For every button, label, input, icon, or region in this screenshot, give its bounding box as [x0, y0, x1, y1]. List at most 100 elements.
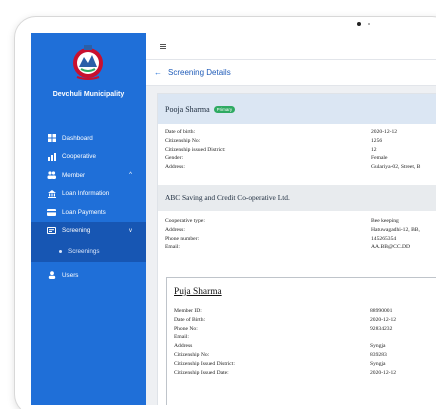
field-value: AA.BB@CC.DD [371, 244, 411, 251]
sidebar: Devchuli Municipality Dashboard Cooperat… [31, 33, 146, 405]
sidebar-item-label: Loan Information [62, 190, 110, 198]
sidebar-item-label: Loan Payments [62, 208, 106, 216]
sidebar-nav: Dashboard Cooperative Member ^ Loan Info… [31, 129, 146, 285]
member-fields: Member ID: 88990001 Date of Birth: 2020-12… [167, 308, 436, 378]
member-card: Puja Sharma Member ID: 88990001 Date of B… [166, 277, 436, 405]
field-row: Email: [167, 334, 436, 343]
sidebar-item-dashboard[interactable]: Dashboard [31, 129, 146, 148]
screening-details-card: Pooja Sharma Primary Date of birth: 2020-… [157, 93, 436, 405]
field-row: Address: Hatuwagadhi-12, BB, [158, 227, 436, 236]
bullet-icon [59, 249, 62, 253]
field-label: Phone No: [174, 325, 198, 332]
screen-icon [47, 226, 56, 235]
field-label: Email: [174, 334, 189, 341]
dashboard-icon [47, 134, 56, 143]
chart-icon [47, 152, 56, 161]
cooperative-fields: Cooperative type: Bee keeping Address: Hat… [158, 218, 436, 253]
app-screen: Devchuli Municipality Dashboard Cooperat… [31, 33, 436, 405]
field-label: Cooperative type: [165, 217, 205, 224]
sidebar-item-label: Users [62, 271, 79, 279]
field-row: Citizenship Issued Date: 2020-12-12 [167, 370, 436, 379]
field-label: Member ID: [174, 308, 202, 314]
page-header: ← Screening Details [146, 60, 436, 86]
field-row: Phone number: 145265354 [158, 236, 436, 245]
user-icon [47, 271, 56, 280]
cooperative-name: ABC Saving and Credit Co-operative Ltd. [165, 193, 290, 203]
people-icon [47, 171, 56, 180]
field-value: 1256 [371, 137, 383, 144]
sidebar-subitem-label: Screenings [68, 247, 100, 255]
menu-icon[interactable] [160, 44, 166, 49]
field-value: Gulariya-02, Street, B [371, 164, 421, 171]
bank-icon [47, 189, 56, 198]
top-bar [146, 33, 436, 60]
sidebar-item-loan-payments[interactable]: Loan Payments [31, 203, 146, 222]
field-value: 2020-12-12 [371, 129, 398, 135]
primary-badge: Primary [213, 105, 236, 113]
cooperative-header: ABC Saving and Credit Co-operative Ltd. [158, 184, 436, 211]
field-row: Citizenship No: 839283 [167, 352, 436, 361]
field-value: Syngja [370, 360, 386, 367]
field-row: Email: AA.BB@CC.DD [158, 244, 436, 253]
field-label: Gender: [165, 155, 184, 162]
field-value: 145265354 [371, 235, 397, 242]
field-label: Citizenship No: [174, 351, 210, 358]
field-value: 12 [371, 146, 377, 153]
sensor-dot [368, 23, 370, 25]
field-value: Syngja [370, 343, 386, 350]
field-row: Date of Birth: 2020-12-12 [167, 317, 436, 326]
chevron-down-icon: v [129, 227, 132, 234]
field-label: Citizenship issued District: [165, 146, 226, 153]
field-label: Email: [165, 244, 180, 251]
page-title: Screening Details [168, 68, 231, 77]
chevron-up-icon: ^ [129, 172, 132, 179]
field-row: Member ID: 88990001 [167, 308, 436, 317]
sidebar-item-users[interactable]: Users [31, 266, 146, 285]
person-header: Pooja Sharma Primary [158, 94, 436, 124]
field-label: Address [174, 343, 193, 350]
person-fields: Date of birth: 2020-12-12 Citizenship No:… [158, 129, 436, 173]
card-icon [47, 208, 56, 217]
field-label: Address: [165, 226, 185, 233]
sidebar-item-label: Member [62, 171, 86, 179]
field-row: Address: Gulariya-02, Street, B [158, 164, 436, 173]
field-label: Citizenship Issued District: [174, 360, 235, 367]
sidebar-item-label: Dashboard [62, 134, 93, 142]
sidebar-item-loan-information[interactable]: Loan Information [31, 185, 146, 204]
field-label: Date of birth: [165, 129, 196, 135]
municipality-logo [73, 45, 103, 80]
field-label: Date of Birth: [174, 316, 206, 323]
field-value: 88990001 [370, 308, 393, 314]
field-value: Hatuwagadhi-12, BB, [371, 226, 420, 233]
camera-dot [357, 22, 361, 26]
field-row: Phone No: 92834232 [167, 326, 436, 335]
field-row: Gender: Female [158, 155, 436, 164]
field-label: Citizenship Issued Date: [174, 369, 229, 376]
field-row: Citizenship Issued District: Syngja [167, 361, 436, 370]
sidebar-item-cooperative[interactable]: Cooperative [31, 148, 146, 167]
field-value: Female [371, 155, 388, 162]
field-row: Address Syngja [167, 343, 436, 352]
field-row: Date of birth: 2020-12-12 [158, 129, 436, 138]
sidebar-item-label: Screening [62, 227, 91, 235]
field-row: Citizenship No: 1256 [158, 138, 436, 147]
sidebar-subnav-screening: Screenings [31, 240, 146, 262]
field-value: 92834232 [370, 325, 393, 332]
sidebar-subitem-screenings[interactable]: Screenings [31, 240, 146, 262]
field-value: 2020-12-12 [370, 316, 397, 323]
sidebar-item-screening[interactable]: Screening v [31, 221, 146, 240]
field-row: Citizenship issued District: 12 [158, 147, 436, 156]
field-value: 2020-12-12 [370, 369, 397, 376]
field-label: Address: [165, 164, 185, 171]
field-row: Cooperative type: Bee keeping [158, 218, 436, 227]
field-value: 839283 [370, 351, 387, 358]
field-label: Phone number: [165, 235, 200, 242]
sidebar-item-label: Cooperative [62, 153, 96, 161]
member-name[interactable]: Puja Sharma [174, 287, 222, 297]
field-value: Bee keeping [371, 217, 399, 224]
person-name: Pooja Sharma [165, 104, 210, 114]
field-label: Citizenship No: [165, 137, 201, 144]
sidebar-item-member[interactable]: Member ^ [31, 166, 146, 185]
back-arrow-icon[interactable]: ← [154, 68, 162, 77]
org-name: Devchuli Municipality [52, 91, 125, 98]
